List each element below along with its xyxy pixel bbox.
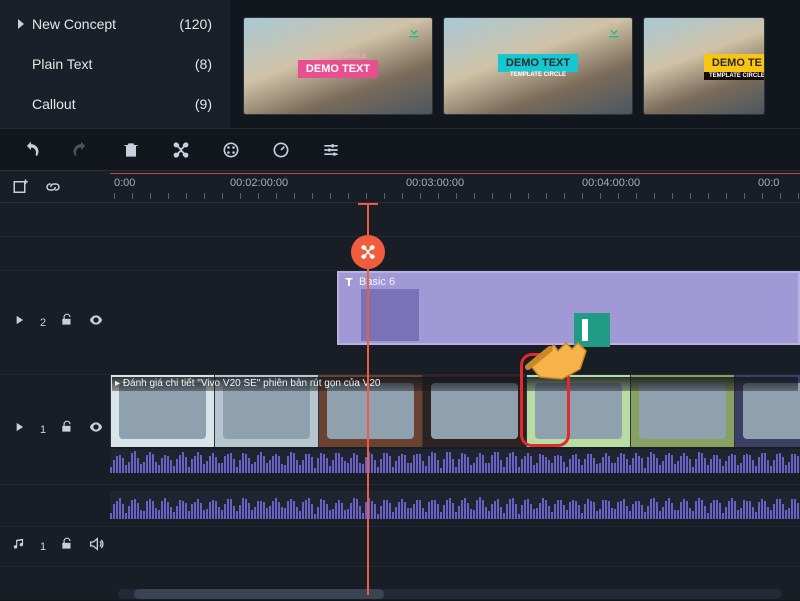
add-media-button[interactable]: [12, 178, 30, 196]
title-track: 2 Basic 6: [0, 271, 800, 375]
spacer-track: [0, 203, 800, 237]
clip-thumbnail: [361, 289, 419, 341]
pointing-hand-icon: [520, 313, 610, 392]
volume-icon[interactable]: [88, 536, 104, 557]
music-icon: [12, 537, 26, 556]
template-title: DEMO TEXT: [298, 60, 378, 78]
audio-waveform: [110, 449, 800, 473]
sidebar-item-plain-text[interactable]: Plain Text (8): [0, 44, 230, 84]
visibility-icon[interactable]: [88, 312, 104, 333]
track-index: 1: [40, 424, 46, 436]
sidebar: New Concept (120) Plain Text (8) Callout…: [0, 0, 230, 128]
template-title: DEMO TE: [704, 54, 764, 72]
track-type-icon: [12, 420, 26, 439]
speed-button[interactable]: [270, 139, 292, 161]
track-content[interactable]: Basic 6: [110, 271, 800, 374]
ruler-label: 00:02:00:00: [230, 177, 288, 189]
color-button[interactable]: [220, 139, 242, 161]
ruler-label: 00:0: [758, 177, 779, 189]
clip-label: Basic 6: [359, 276, 395, 288]
lock-icon[interactable]: [60, 420, 74, 439]
track-head[interactable]: 2: [0, 271, 110, 374]
ruler-label: 00:04:00:00: [582, 177, 640, 189]
sidebar-item-new-concept[interactable]: New Concept (120): [0, 4, 230, 44]
sidebar-item-count: (8): [195, 56, 212, 72]
playhead[interactable]: [367, 203, 369, 595]
ruler-label: 00:03:00:00: [406, 177, 464, 189]
delete-button[interactable]: [120, 139, 142, 161]
time-ruler[interactable]: 0:00 00:02:00:00 00:03:00:00 00:04:00:00…: [110, 171, 800, 202]
template-thumb[interactable]: TEMPLATE CIRCLE DEMO TEXT: [244, 18, 432, 114]
scrollbar-thumb[interactable]: [134, 589, 384, 599]
track-head[interactable]: 1: [0, 375, 110, 484]
lock-icon[interactable]: [60, 313, 74, 332]
timeline-toolbar: [0, 128, 800, 170]
horizontal-scrollbar[interactable]: [118, 589, 782, 599]
lock-icon[interactable]: [60, 537, 74, 556]
download-icon[interactable]: [406, 24, 422, 45]
template-subtitle: TEMPLATE CIRCLE: [704, 72, 764, 80]
sidebar-item-label: Plain Text: [32, 56, 92, 72]
track-index: 1: [40, 541, 46, 553]
chevron-right-icon: [18, 19, 24, 29]
spacer-track: [0, 237, 800, 271]
cut-marker-icon[interactable]: [351, 235, 385, 269]
link-button[interactable]: [44, 178, 62, 196]
visibility-icon[interactable]: [88, 419, 104, 440]
redo-button[interactable]: [70, 139, 92, 161]
track-content[interactable]: ▸ Đánh giá chi tiết "Vivo V20 SE" phiên …: [110, 375, 800, 484]
ruler-tools: [0, 171, 110, 202]
track-content[interactable]: [110, 485, 800, 526]
sidebar-item-callout[interactable]: Callout (9): [0, 84, 230, 124]
ruler-line: [110, 173, 800, 174]
video-clip-label: ▸ Đánh giá chi tiết "Vivo V20 SE" phiên …: [112, 377, 798, 391]
audio-waveform: [110, 491, 800, 519]
adjust-button[interactable]: [320, 139, 342, 161]
audio-track: [0, 485, 800, 527]
sidebar-item-count: (9): [195, 96, 212, 112]
undo-button[interactable]: [20, 139, 42, 161]
track-index: 2: [40, 317, 46, 329]
track-head[interactable]: 1: [0, 527, 110, 566]
music-track: 1: [0, 527, 800, 567]
timeline: 0:00 00:02:00:00 00:03:00:00 00:04:00:00…: [0, 170, 800, 600]
download-icon[interactable]: [606, 24, 622, 45]
track-type-icon: [12, 313, 26, 332]
template-thumb[interactable]: DEMO TEXT TEMPLATE CIRCLE: [444, 18, 632, 114]
sidebar-item-label: Callout: [32, 96, 76, 112]
timeline-body: 2 Basic 6: [0, 203, 800, 601]
template-thumb[interactable]: DEMO TE TEMPLATE CIRCLE: [644, 18, 764, 114]
video-track: 1 ▸ Đánh giá chi tiết "Vivo V20 SE" phiê…: [0, 375, 800, 485]
text-icon: [343, 276, 355, 288]
ruler-label: 0:00: [114, 177, 135, 189]
template-title: DEMO TEXT: [498, 54, 578, 72]
template-gallery: TEMPLATE CIRCLE DEMO TEXT DEMO TEXT TEMP…: [230, 0, 800, 128]
template-subtitle: TEMPLATE CIRCLE: [498, 72, 578, 78]
sidebar-item-count: (120): [179, 16, 212, 32]
sidebar-item-label: New Concept: [32, 16, 116, 32]
cut-button[interactable]: [170, 139, 192, 161]
